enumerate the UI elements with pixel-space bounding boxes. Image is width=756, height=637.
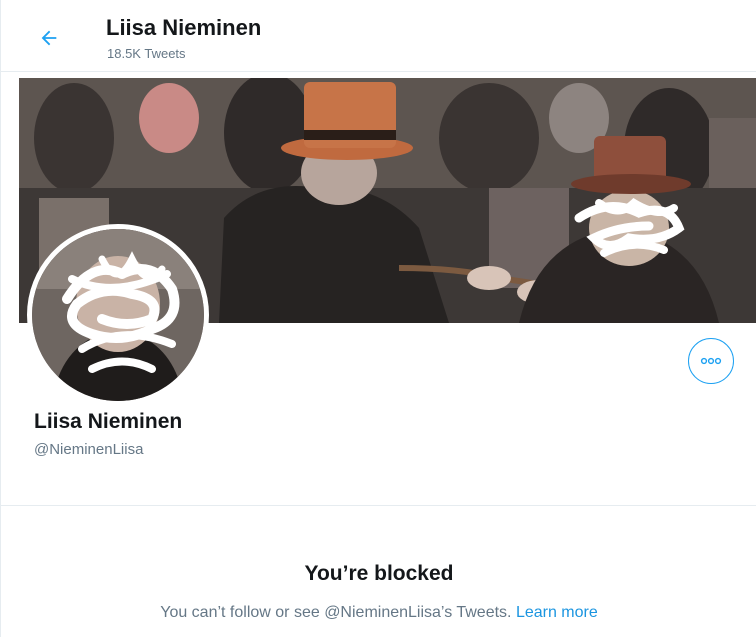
tweet-count: 18.5K Tweets: [107, 46, 186, 61]
arrow-left-icon: [41, 30, 57, 46]
blocked-title: You’re blocked: [304, 562, 454, 585]
header-title: Liisa Nieminen: [106, 15, 262, 40]
profile-handle: @NieminenLiisa: [34, 441, 144, 458]
blocked-message-line: You can’t follow or see @NieminenLiisa’s…: [1, 604, 756, 622]
profile-display-name: Liisa Nieminen: [34, 410, 183, 433]
profile-page: Liisa Nieminen 18.5K Tweets Liisa Niemin…: [0, 0, 756, 637]
blocked-message: You can’t follow or see @NieminenLiisa’s…: [160, 604, 512, 621]
more-options-button[interactable]: [688, 338, 734, 384]
profile-avatar[interactable]: [27, 224, 209, 406]
avatar-photo: [32, 229, 204, 401]
section-divider: [1, 505, 756, 506]
more-options-icon: [700, 357, 722, 365]
back-button[interactable]: [31, 20, 67, 56]
learn-more-link[interactable]: Learn more: [516, 604, 598, 621]
profile-header: Liisa Nieminen 18.5K Tweets: [1, 0, 756, 72]
